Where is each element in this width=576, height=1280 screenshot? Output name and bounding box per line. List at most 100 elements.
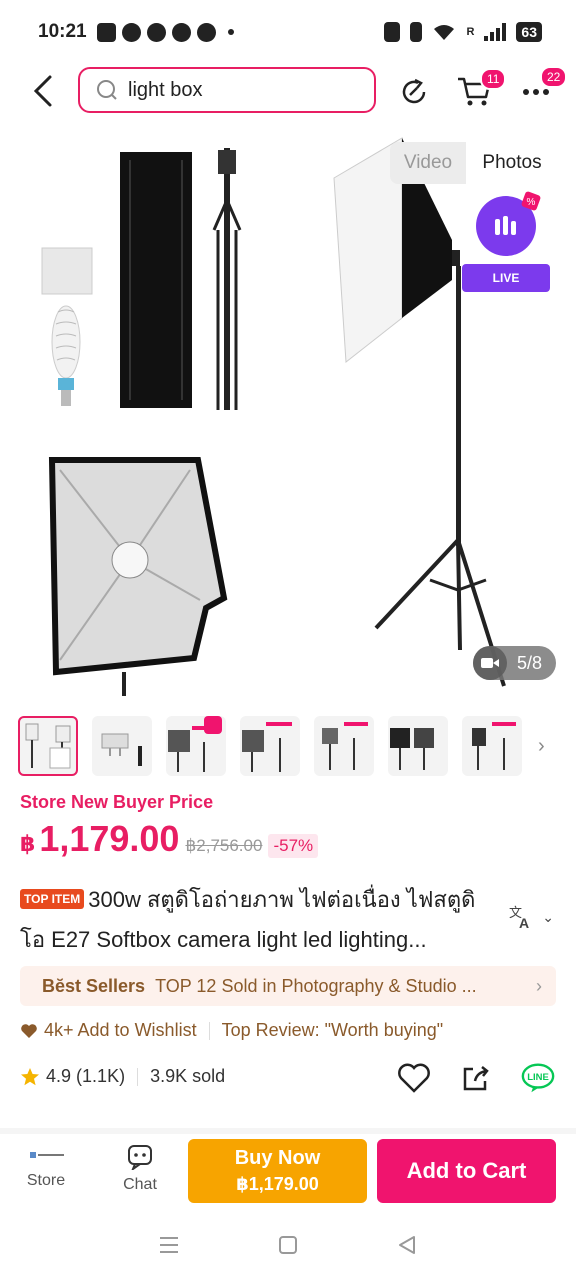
buy-now-price: ฿1,179.00 xyxy=(236,1174,319,1194)
thumbnail[interactable] xyxy=(314,716,374,776)
rating-row[interactable]: 4.9 (1.1K) 3.9K sold xyxy=(20,1066,225,1087)
wishlist-button[interactable] xyxy=(396,1060,432,1096)
sold-count: 3.9K sold xyxy=(150,1066,226,1086)
thumbnail-strip: › xyxy=(18,714,558,778)
search-icon xyxy=(97,80,117,100)
facebook-icon xyxy=(121,22,141,42)
network-type: R xyxy=(466,26,475,38)
add-to-cart-button[interactable]: Add to Cart xyxy=(377,1139,556,1203)
battery-icon: 63 xyxy=(516,22,542,42)
svg-text:LINE: LINE xyxy=(527,1072,549,1083)
chat-icon xyxy=(128,1145,152,1170)
original-price: ฿2,756.00 xyxy=(185,836,263,855)
wifi-icon xyxy=(434,25,455,40)
status-time: 10:21 xyxy=(38,21,87,42)
back-button[interactable] xyxy=(26,72,60,110)
line-icon: LINE xyxy=(521,1063,555,1093)
buyer-price-label: Store New Buyer Price xyxy=(20,792,214,812)
system-icons: R 63 xyxy=(384,22,542,42)
price-row: ฿ 1,179.00 ฿2,756.00 -57% xyxy=(20,818,319,860)
rating-score: 4.9 xyxy=(46,1066,72,1086)
status-bar: 10:21 R 63 xyxy=(0,0,576,64)
section-divider xyxy=(0,1128,576,1134)
thumbnail[interactable] xyxy=(166,716,226,776)
live-label: LIVE xyxy=(462,264,550,292)
home-square-icon xyxy=(278,1235,297,1254)
search-box[interactable] xyxy=(78,67,376,113)
thumbnail[interactable] xyxy=(92,716,152,776)
refresh-share-icon xyxy=(402,78,426,104)
signal-icon xyxy=(484,23,507,41)
rating-count: (1.1K) xyxy=(76,1066,126,1086)
notification-icons xyxy=(96,22,234,42)
video-camera-icon[interactable] xyxy=(472,646,507,680)
best-sellers-label: Bĕst Sellers xyxy=(42,975,146,996)
line-icon xyxy=(196,22,216,42)
buy-now-button[interactable]: Buy Now ฿1,179.00 xyxy=(188,1139,367,1203)
recent-apps-button[interactable] xyxy=(158,1235,180,1260)
back-arrow-icon xyxy=(33,75,52,107)
image-counter: 5/8 xyxy=(472,646,556,680)
heart-outline-icon xyxy=(398,1063,430,1093)
chat-button[interactable]: Chat xyxy=(110,1144,170,1194)
live-bars-icon xyxy=(495,216,516,235)
svg-text:A: A xyxy=(519,915,529,930)
store-label: Store xyxy=(26,1172,66,1189)
back-triangle-icon xyxy=(398,1235,415,1254)
discount-tag-icon: % xyxy=(521,191,541,211)
current-price: 1,179.00 xyxy=(39,818,180,859)
hot-tag-icon xyxy=(204,716,222,734)
search-input[interactable] xyxy=(128,78,348,102)
chevron-down-icon: ⌄ xyxy=(542,908,554,925)
bottom-action-bar: Store Chat Buy Now ฿1,179.00 Add to Cart xyxy=(0,1136,576,1206)
share-refresh-button[interactable] xyxy=(394,72,434,112)
top-bar: 11 22 xyxy=(0,64,576,118)
share-actions: LINE xyxy=(396,1060,556,1096)
share-button[interactable] xyxy=(458,1060,494,1096)
wishlist-count[interactable]: 4k+ Add to Wishlist xyxy=(44,1020,197,1041)
share-icon xyxy=(463,1066,489,1091)
menu-icon xyxy=(160,1236,179,1253)
top-item-tag: TOP ITEM xyxy=(20,889,85,909)
thumbnail[interactable] xyxy=(240,716,300,776)
store-logo-icon xyxy=(30,1152,64,1158)
divider xyxy=(137,1067,139,1086)
cart-button[interactable]: 11 xyxy=(454,68,507,112)
line-share-button[interactable]: LINE xyxy=(520,1060,556,1096)
chat-label: Chat xyxy=(123,1176,157,1193)
thumbnail[interactable] xyxy=(462,716,522,776)
counter-text: 5/8 xyxy=(516,652,542,673)
system-back-button[interactable] xyxy=(396,1234,418,1261)
more-notifications-icon xyxy=(227,29,234,35)
tab-photos[interactable]: Photos xyxy=(466,142,558,184)
discount-badge: -57% xyxy=(268,834,319,858)
home-button[interactable] xyxy=(277,1234,299,1261)
product-title-text: 300w สตูดิโอถ่ายภาพ ไฟต่อเนื่อง ไฟสตูดิโ… xyxy=(20,887,476,952)
store-button[interactable]: Store xyxy=(16,1144,76,1190)
tab-video[interactable]: Video xyxy=(390,142,466,184)
chevron-right-icon[interactable]: › xyxy=(538,735,545,758)
facebook-icon xyxy=(146,22,166,42)
live-widget[interactable]: % LIVE xyxy=(462,191,550,292)
divider xyxy=(208,1021,210,1040)
translate-button[interactable]: 文A ⌄ xyxy=(508,904,554,930)
more-badge: 22 xyxy=(540,66,568,88)
best-sellers-banner[interactable]: Bĕst Sellers TOP 12 Sold in Photography … xyxy=(20,966,556,1006)
more-icon xyxy=(523,89,549,95)
best-sellers-text: TOP 12 Sold in Photography & Studio ... xyxy=(155,975,477,996)
chevron-right-icon: › xyxy=(536,975,542,996)
translate-icon: 文A xyxy=(509,905,529,930)
nfc-icon xyxy=(384,22,401,42)
vibrate-icon xyxy=(410,22,423,42)
currency-symbol: ฿ xyxy=(20,831,36,856)
live-circle: % xyxy=(476,191,541,256)
thumbnail[interactable] xyxy=(388,716,448,776)
more-button[interactable]: 22 xyxy=(516,66,568,112)
product-image-gallery[interactable]: Video Photos % LIVE 5/8 xyxy=(0,120,576,710)
svg-text:%: % xyxy=(527,197,536,208)
thumbnail[interactable] xyxy=(18,716,78,776)
messenger-icon xyxy=(96,22,116,42)
top-review[interactable]: Top Review: "Worth buying" xyxy=(222,1020,444,1041)
product-title: TOP ITEM 300w สตูดิโอถ่ายภาพ ไฟต่อเนื่อง … xyxy=(20,880,490,960)
buy-now-label: Buy Now xyxy=(234,1147,321,1169)
